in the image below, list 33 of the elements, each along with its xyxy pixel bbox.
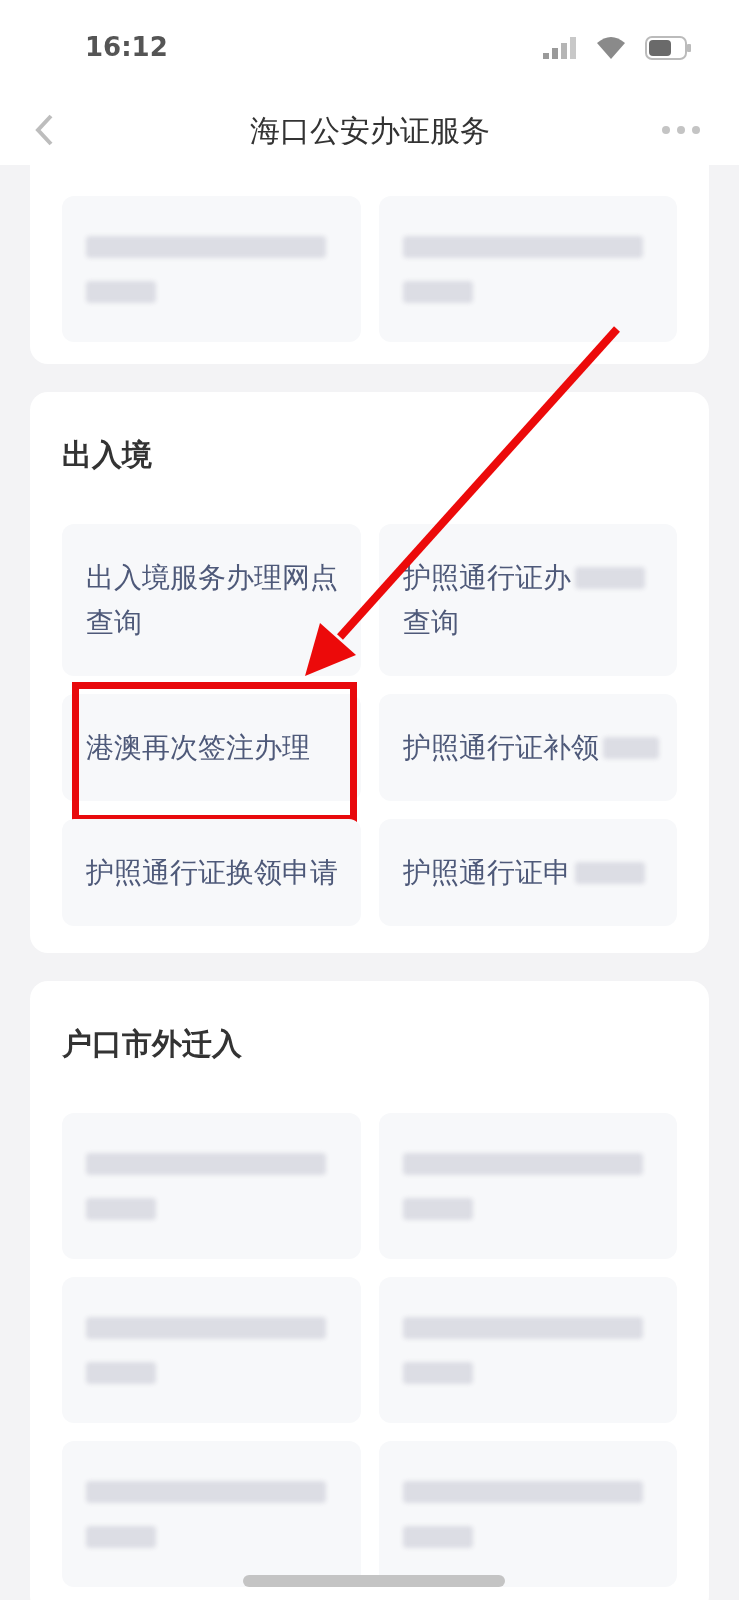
service-tile[interactable]: [378, 196, 677, 342]
service-tile[interactable]: [62, 1277, 361, 1423]
service-tile[interactable]: [62, 1113, 361, 1259]
service-tile[interactable]: [62, 196, 361, 342]
blurred-text-bar: [402, 1361, 473, 1384]
service-tile[interactable]: [62, 1441, 361, 1587]
status-time: 16:12: [85, 31, 168, 64]
blurred-text-bar: [574, 861, 645, 884]
service-tile[interactable]: [378, 1277, 677, 1423]
service-tile[interactable]: [378, 1113, 677, 1259]
blurred-text-bar: [402, 280, 473, 303]
page-title: 海口公安办证服务: [249, 111, 490, 150]
blurred-text-bar: [86, 280, 156, 303]
blurred-text-bar: [602, 736, 659, 759]
service-tile[interactable]: 护照通行证申: [378, 819, 677, 926]
blurred-text-bar: [574, 566, 645, 589]
signal-icon: [543, 36, 577, 59]
blurred-text-bar: [402, 1525, 473, 1548]
service-tile[interactable]: 出入境服务办理网点查询: [62, 524, 361, 676]
battery-icon: [645, 35, 691, 60]
service-tile[interactable]: 护照通行证换领申请: [62, 819, 361, 926]
blurred-text-bar: [402, 1197, 473, 1220]
service-tile[interactable]: 港澳再次签注办理: [62, 694, 361, 801]
blurred-text-bar: [86, 1361, 156, 1384]
wifi-icon: [597, 36, 625, 59]
service-tile[interactable]: 护照通行证补领: [378, 694, 677, 801]
service-tile[interactable]: [378, 1441, 677, 1587]
section-title: 户口市外迁入: [62, 1025, 243, 1063]
more-button[interactable]: [661, 125, 701, 135]
blurred-text-bar: [86, 1525, 156, 1548]
service-tile[interactable]: 护照通行证办 查询: [378, 524, 677, 676]
blurred-text-bar: [86, 1197, 156, 1220]
section-title: 出入境: [62, 436, 153, 474]
